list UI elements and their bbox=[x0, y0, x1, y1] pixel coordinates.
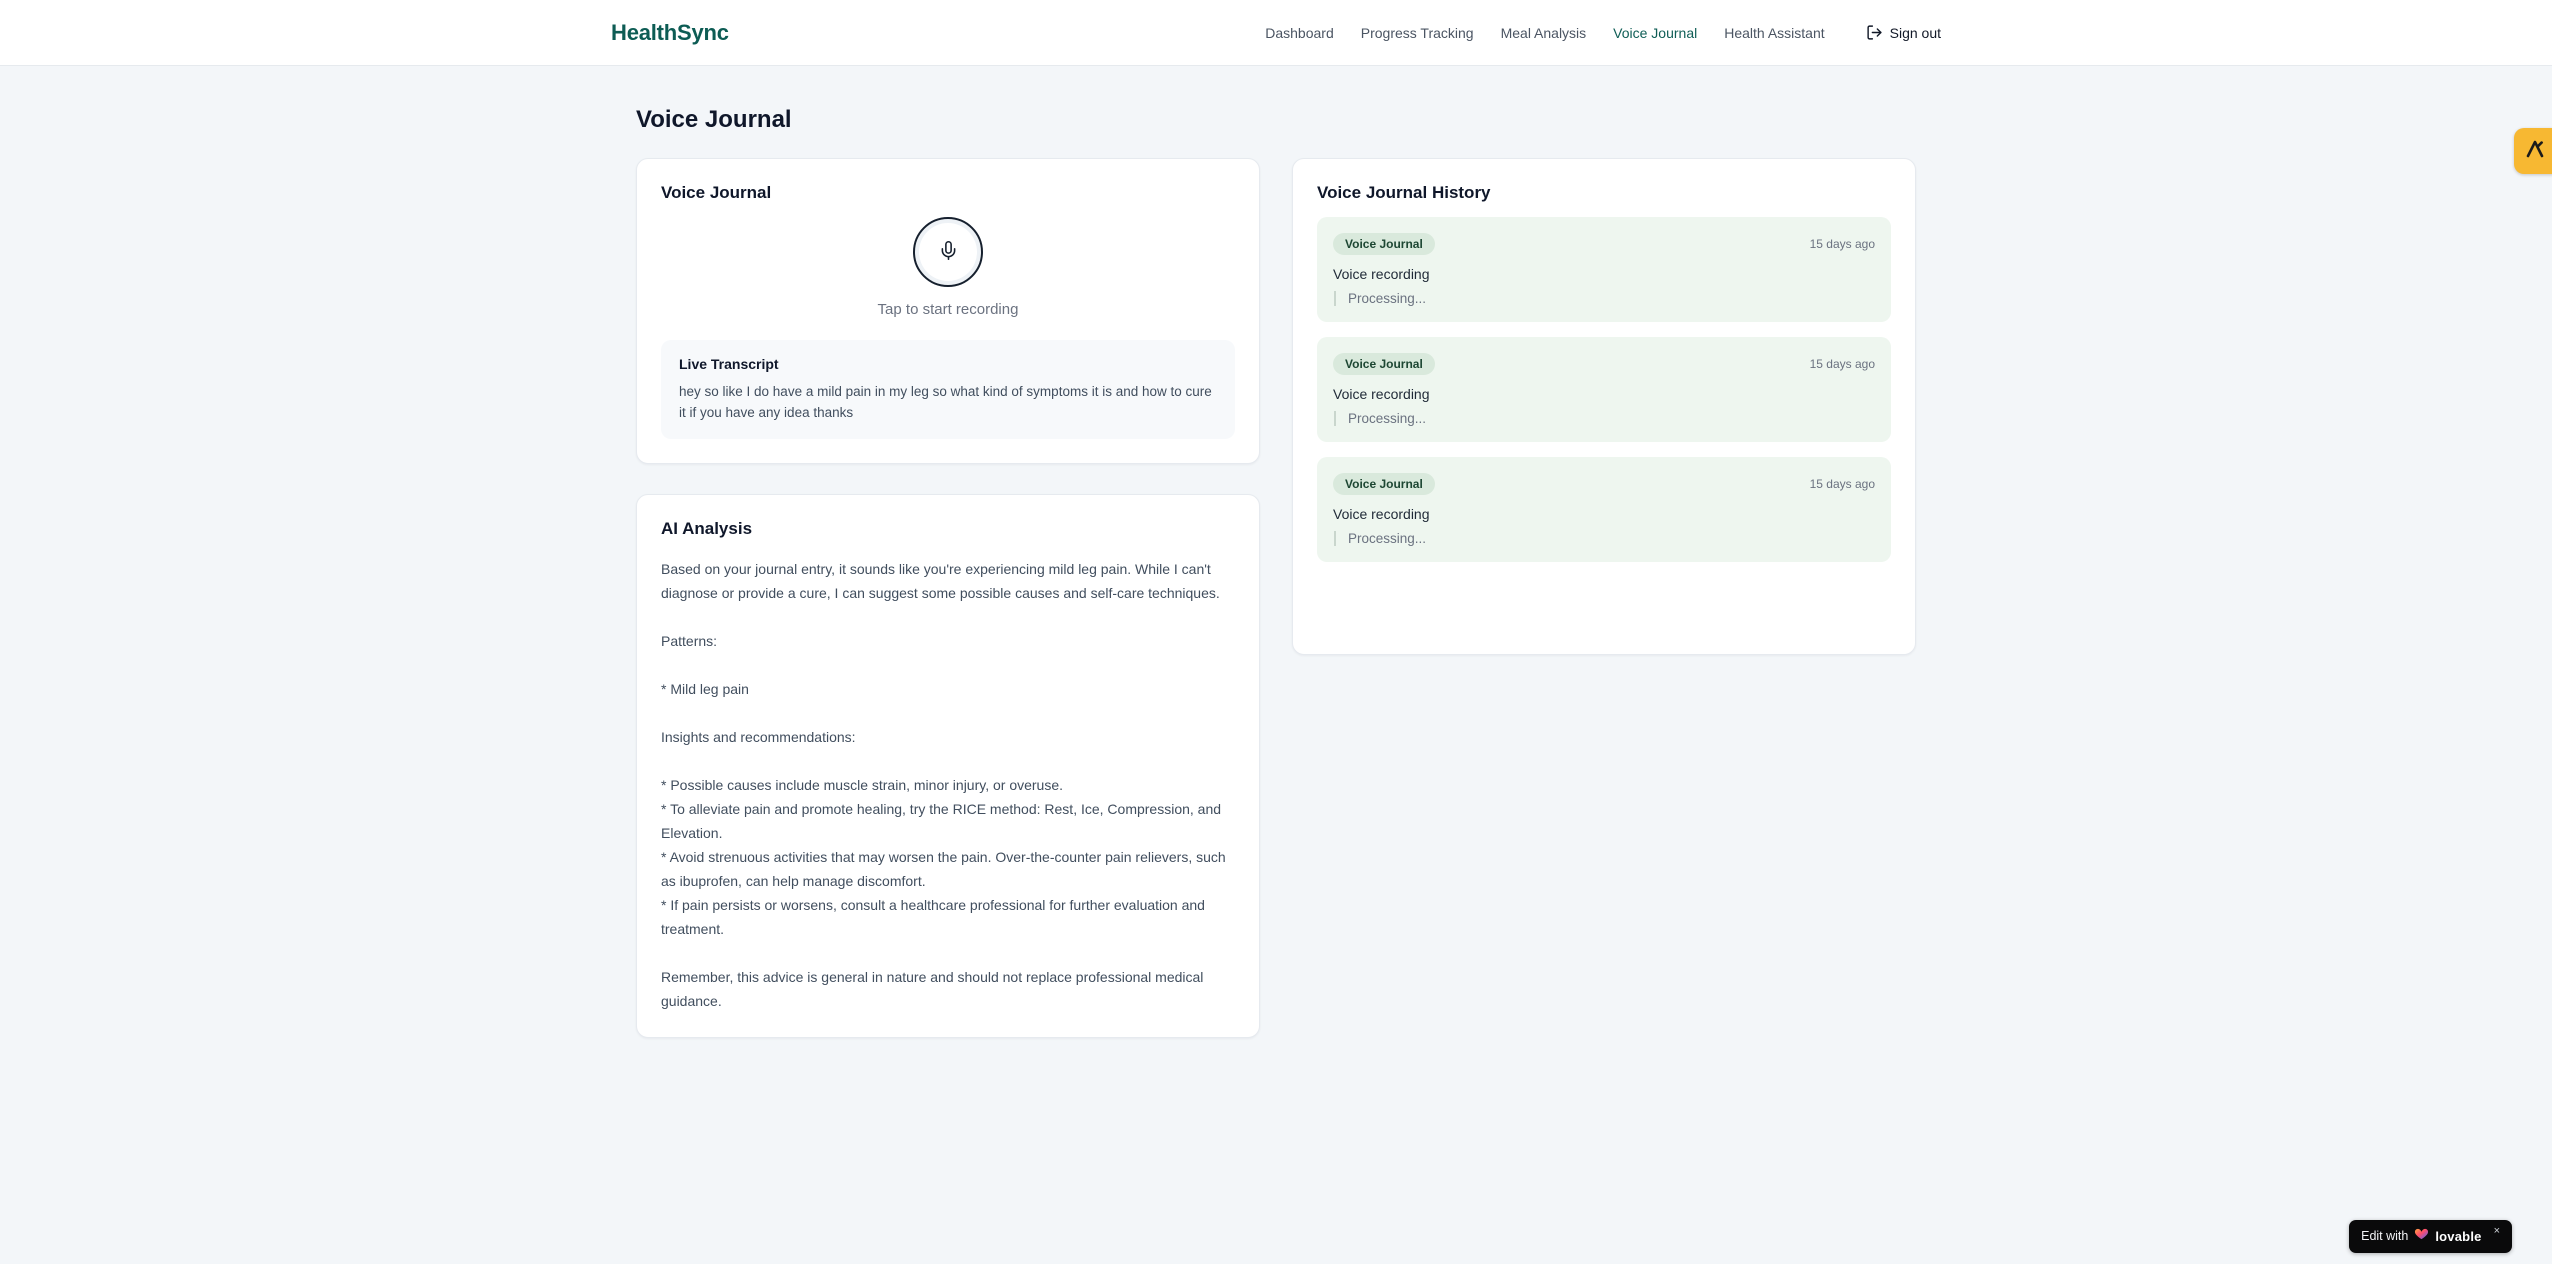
entry-timestamp: 15 days ago bbox=[1809, 237, 1875, 251]
main-content: Voice Journal Voice Journal Tap to start… bbox=[636, 66, 1916, 1038]
entry-type-badge: Voice Journal bbox=[1333, 233, 1435, 255]
entry-status: Processing... bbox=[1334, 291, 1875, 306]
history-entry[interactable]: Voice Journal 15 days ago Voice recordin… bbox=[1317, 337, 1891, 442]
heart-icon bbox=[2414, 1226, 2429, 1246]
microphone-icon bbox=[938, 240, 959, 264]
record-button[interactable] bbox=[913, 217, 983, 287]
entry-timestamp: 15 days ago bbox=[1809, 477, 1875, 491]
edit-with-lovable-badge[interactable]: Edit with lovable × bbox=[2349, 1220, 2512, 1253]
lambda-logo-icon bbox=[2523, 137, 2547, 166]
page-title: Voice Journal bbox=[636, 106, 792, 133]
entry-status: Processing... bbox=[1334, 531, 1875, 546]
recorder-card-title: Voice Journal bbox=[661, 183, 772, 202]
history-entry[interactable]: Voice Journal 15 days ago Voice recordin… bbox=[1317, 457, 1891, 562]
history-entry[interactable]: Voice Journal 15 days ago Voice recordin… bbox=[1317, 217, 1891, 322]
ai-analysis-title: AI Analysis bbox=[661, 519, 753, 538]
analysis-paragraph: Patterns: bbox=[661, 633, 718, 649]
live-transcript-box: Live Transcript hey so like I do have a … bbox=[661, 340, 1235, 439]
nav-links: Dashboard Progress Tracking Meal Analysi… bbox=[1265, 24, 1941, 41]
top-nav: HealthSync Dashboard Progress Tracking M… bbox=[0, 0, 2552, 66]
tap-to-record-hint: Tap to start recording bbox=[877, 301, 1019, 318]
lovable-prefix-label: Edit with bbox=[2361, 1229, 2409, 1243]
nav-item-health-assistant[interactable]: Health Assistant bbox=[1724, 25, 1824, 41]
lovable-brand-label: lovable bbox=[2435, 1228, 2482, 1244]
nav-item-voice-journal[interactable]: Voice Journal bbox=[1613, 25, 1697, 41]
sign-out-label: Sign out bbox=[1889, 24, 1941, 41]
analysis-paragraph: Based on your journal entry, it sounds l… bbox=[661, 561, 1220, 601]
brand-logo[interactable]: HealthSync bbox=[611, 20, 729, 46]
voice-journal-history-card: Voice Journal History Voice Journal 15 d… bbox=[1292, 158, 1916, 655]
entry-label: Voice recording bbox=[1333, 386, 1430, 402]
live-transcript-title: Live Transcript bbox=[679, 356, 779, 372]
entry-status: Processing... bbox=[1334, 411, 1875, 426]
ai-analysis-card: AI Analysis Based on your journal entry,… bbox=[636, 494, 1260, 1038]
sign-out-button[interactable]: Sign out bbox=[1866, 24, 1941, 41]
analysis-paragraph: * Possible causes include muscle strain,… bbox=[661, 777, 1226, 937]
analysis-paragraph: Insights and recommendations: bbox=[661, 729, 856, 745]
entry-timestamp: 15 days ago bbox=[1809, 357, 1875, 371]
ai-analysis-body: Based on your journal entry, it sounds l… bbox=[661, 557, 1235, 1013]
entry-type-badge: Voice Journal bbox=[1333, 473, 1435, 495]
close-icon[interactable]: × bbox=[2494, 1226, 2500, 1237]
log-out-icon bbox=[1866, 24, 1883, 41]
nav-item-dashboard[interactable]: Dashboard bbox=[1265, 25, 1334, 41]
live-transcript-text: hey so like I do have a mild pain in my … bbox=[679, 384, 1212, 420]
side-panel-badge[interactable] bbox=[2514, 128, 2552, 174]
analysis-paragraph: Remember, this advice is general in natu… bbox=[661, 969, 1204, 1009]
history-list: Voice Journal 15 days ago Voice recordin… bbox=[1317, 217, 1891, 562]
nav-item-progress-tracking[interactable]: Progress Tracking bbox=[1361, 25, 1474, 41]
voice-recorder-card: Voice Journal Tap to start recording Liv… bbox=[636, 158, 1260, 464]
entry-label: Voice recording bbox=[1333, 266, 1430, 282]
entry-type-badge: Voice Journal bbox=[1333, 353, 1435, 375]
entry-label: Voice recording bbox=[1333, 506, 1430, 522]
analysis-paragraph: * Mild leg pain bbox=[661, 681, 749, 697]
nav-item-meal-analysis[interactable]: Meal Analysis bbox=[1501, 25, 1587, 41]
history-card-title: Voice Journal History bbox=[1317, 183, 1491, 202]
